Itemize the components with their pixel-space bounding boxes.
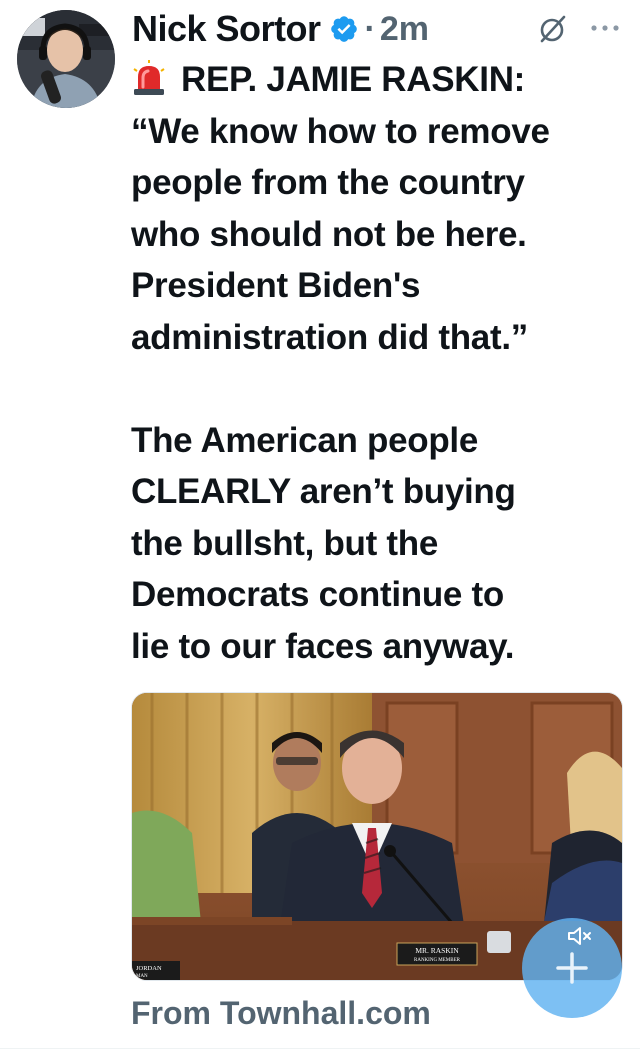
verified-badge-icon: [329, 14, 359, 44]
divider: [0, 1048, 640, 1049]
post-line: administration did that.”: [131, 317, 528, 357]
post-line: Democrats continue to: [131, 575, 504, 614]
nameplate-subtitle: RANKING MEMBER: [414, 958, 461, 963]
separator-dot: ·: [364, 9, 376, 48]
author-name[interactable]: Nick Sortor: [132, 8, 321, 50]
post-header: Nick Sortor · 2m: [132, 6, 429, 52]
post-text: REP. JAMIE RASKIN: “We know how to remov…: [131, 54, 631, 672]
left-nameplate-sub: MAN: [136, 974, 148, 979]
post-timestamp[interactable]: 2m: [380, 10, 429, 49]
post-line: The American people: [131, 420, 478, 460]
nameplate-title: MR. RASKIN: [415, 946, 459, 955]
post-line: CLEARLY aren’t buying: [131, 472, 516, 511]
link-card-source[interactable]: From Townhall.com: [131, 995, 431, 1032]
left-nameplate: JORDAN: [136, 965, 162, 972]
tweet[interactable]: Nick Sortor · 2m REP. JAMIE RASKIN: “We …: [0, 0, 640, 1053]
post-line: President Biden's: [131, 266, 421, 305]
post-line: who should not be here.: [131, 214, 527, 254]
avatar-photo: [17, 10, 115, 108]
post-line: lie to our faces anyway.: [131, 626, 515, 666]
post-line: REP. JAMIE RASKIN:: [131, 54, 631, 106]
grok-icon[interactable]: [538, 14, 568, 44]
more-icon[interactable]: [588, 16, 622, 40]
post-line: people from the country: [131, 163, 525, 202]
post-line: the bullsht, but the: [131, 523, 439, 563]
siren-emoji-icon: [131, 59, 167, 95]
post-line: “We know how to remove: [131, 111, 550, 151]
avatar[interactable]: [17, 10, 115, 108]
post-line-text: REP. JAMIE RASKIN:: [181, 60, 526, 99]
speaker-muted-icon[interactable]: [566, 924, 594, 948]
